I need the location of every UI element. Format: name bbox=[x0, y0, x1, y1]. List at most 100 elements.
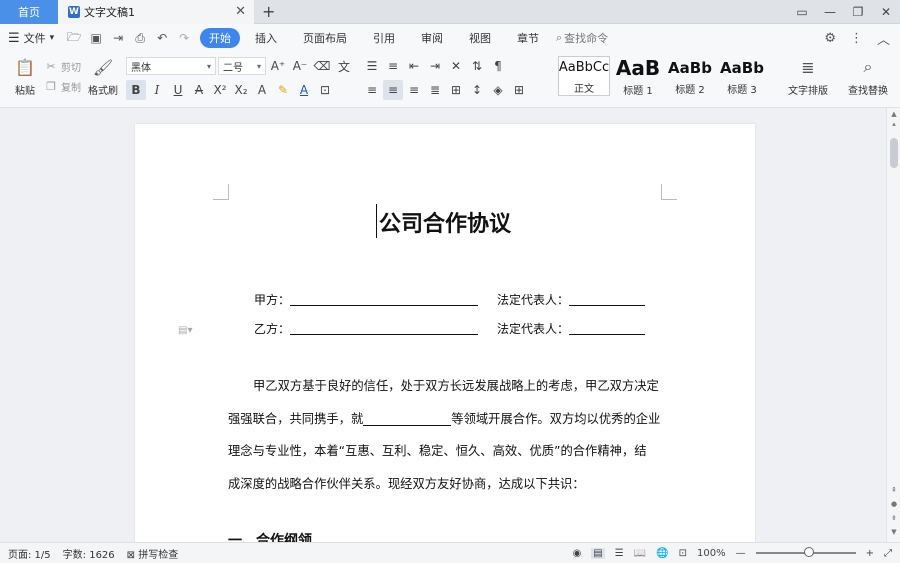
strikethrough-icon[interactable]: A bbox=[189, 80, 209, 100]
section-heading[interactable]: 一、合作纲领 bbox=[228, 530, 312, 542]
prev-page-nav-icon[interactable]: ⇞ bbox=[887, 486, 900, 494]
paste-button[interactable]: 📋 粘贴 bbox=[8, 52, 42, 98]
intro-paragraph[interactable]: 甲乙双方基于良好的信任，处于双方长远发展战略上的考虑，甲乙双方决定 强强联合，共… bbox=[228, 370, 664, 500]
party-a-line[interactable]: 甲方： bbox=[254, 291, 479, 308]
numbered-list-icon[interactable]: ≡ bbox=[383, 56, 403, 76]
minimize-button[interactable]: — bbox=[816, 5, 844, 19]
tab-page-layout[interactable]: 页面布局 bbox=[290, 30, 360, 46]
page-indicator[interactable]: 页面: 1/5 bbox=[8, 546, 51, 561]
document-title[interactable]: 公司合作协议 bbox=[135, 206, 755, 238]
char-border-icon[interactable]: ⊡ bbox=[315, 80, 335, 100]
italic-icon[interactable]: I bbox=[147, 80, 167, 100]
word-count[interactable]: 字数: 1626 bbox=[63, 546, 115, 561]
tab-home-ribbon[interactable]: 开始 bbox=[200, 28, 240, 48]
chinese-layout-icon[interactable]: ✕ bbox=[446, 56, 466, 76]
bullet-list-icon[interactable]: ☰ bbox=[362, 56, 382, 76]
align-center-icon[interactable]: ≡ bbox=[383, 80, 403, 100]
vertical-scrollbar[interactable]: ▲ ▴ ⇞ ● ⇟ ▼ bbox=[886, 108, 900, 542]
bold-icon[interactable]: B bbox=[126, 80, 146, 100]
tab-document[interactable]: W 文字文稿1 ✕ bbox=[58, 0, 254, 24]
print-icon[interactable]: ⎙ bbox=[132, 30, 148, 46]
font-name-select[interactable]: 黑体 ▾ bbox=[126, 57, 216, 75]
select-browse-icon[interactable]: ● bbox=[887, 500, 900, 508]
close-tab-icon[interactable]: ✕ bbox=[235, 4, 246, 19]
spell-check-button[interactable]: ⊠ 拼写检查 bbox=[127, 546, 179, 561]
zoom-slider-knob[interactable] bbox=[803, 547, 814, 557]
zoom-in-icon[interactable]: + bbox=[866, 548, 874, 559]
paragraph-handle-icon[interactable]: ▤▾ bbox=[178, 325, 192, 336]
collapse-ribbon-icon[interactable]: ︿ bbox=[877, 29, 890, 48]
subscript-icon[interactable]: X₂ bbox=[231, 80, 251, 100]
fullscreen-icon[interactable]: ⤢ bbox=[884, 548, 892, 559]
page-view-icon[interactable]: ▤ bbox=[591, 547, 605, 559]
line-spacing-icon[interactable]: ↕ bbox=[467, 80, 487, 100]
document-page[interactable]: 公司合作协议 甲方： 法定代表人： 乙方： 法定代表人： 甲乙双方基于良好的信任… bbox=[135, 124, 755, 542]
restore-button[interactable]: ❐ bbox=[844, 5, 872, 19]
eye-protection-icon[interactable]: ◉ bbox=[573, 548, 582, 559]
open-folder-icon[interactable]: 🗁 bbox=[66, 30, 82, 46]
style-heading-3[interactable]: AaBb 标题 3 bbox=[716, 56, 768, 97]
command-search[interactable]: ⌕ 查找命令 bbox=[556, 30, 608, 46]
fit-page-icon[interactable]: ⊡ bbox=[679, 548, 687, 559]
clear-format-icon[interactable]: ⌫ bbox=[312, 56, 332, 76]
export-icon[interactable]: ⇥ bbox=[110, 30, 126, 46]
more-icon[interactable]: ⋮ bbox=[850, 31, 863, 46]
close-window-button[interactable]: ✕ bbox=[872, 5, 900, 19]
border-icon[interactable]: ⊞ bbox=[509, 80, 529, 100]
tile-icon[interactable]: ▭ bbox=[788, 5, 816, 19]
reading-view-icon[interactable]: 📖 bbox=[634, 548, 646, 559]
next-page-nav-icon[interactable]: ⇟ bbox=[887, 514, 900, 522]
party-b-rep-line[interactable]: 法定代表人： bbox=[497, 320, 646, 337]
increase-indent-icon[interactable]: ⇥ bbox=[425, 56, 445, 76]
grow-font-icon[interactable]: A⁺ bbox=[268, 56, 288, 76]
save-icon[interactable]: ▣ bbox=[88, 30, 104, 46]
underline-icon[interactable]: U bbox=[168, 80, 188, 100]
outline-view-icon[interactable]: ☰ bbox=[615, 548, 624, 559]
show-marks-icon[interactable]: ¶ bbox=[488, 56, 508, 76]
party-a-rep-line[interactable]: 法定代表人： bbox=[497, 291, 646, 308]
web-view-icon[interactable]: 🌐 bbox=[656, 548, 668, 559]
copy-button[interactable]: ❐ 复制 bbox=[44, 76, 84, 96]
style-normal[interactable]: AaBbCc 正文 bbox=[558, 56, 610, 96]
party-b-line[interactable]: 乙方： bbox=[254, 320, 479, 337]
scroll-thumb[interactable] bbox=[890, 138, 898, 168]
font-color-icon[interactable]: A bbox=[294, 80, 314, 100]
shading-icon[interactable]: ◈ bbox=[488, 80, 508, 100]
zoom-slider[interactable] bbox=[755, 547, 856, 557]
sort-icon[interactable]: ⇅ bbox=[467, 56, 487, 76]
zoom-out-icon[interactable]: — bbox=[736, 548, 746, 559]
decrease-indent-icon[interactable]: ⇤ bbox=[404, 56, 424, 76]
scroll-down-icon[interactable]: ▼ bbox=[887, 528, 900, 536]
zoom-level[interactable]: 100% bbox=[697, 548, 726, 559]
superscript-icon[interactable]: X² bbox=[210, 80, 230, 100]
scroll-up-icon[interactable]: ▲ bbox=[887, 110, 900, 118]
gear-icon[interactable]: ⚙ bbox=[824, 31, 836, 46]
new-tab-button[interactable]: + bbox=[262, 2, 275, 21]
prev-page-icon[interactable]: ▴ bbox=[887, 120, 900, 128]
style-heading-2[interactable]: AaBb 标题 2 bbox=[664, 56, 716, 97]
justify-icon[interactable]: ≣ bbox=[425, 80, 445, 100]
align-right-icon[interactable]: ≡ bbox=[404, 80, 424, 100]
find-replace-group: ⌕ 查找替换 bbox=[842, 52, 894, 108]
shrink-font-icon[interactable]: A⁻ bbox=[290, 56, 310, 76]
text-layout-button[interactable]: ≣ 文字排版 bbox=[782, 52, 834, 98]
format-painter-button[interactable]: 🖌 格式刷 bbox=[86, 52, 120, 98]
text-effect-icon[interactable]: A bbox=[252, 80, 272, 100]
distribute-icon[interactable]: ⊞ bbox=[446, 80, 466, 100]
undo-icon[interactable]: ↶ bbox=[154, 30, 170, 46]
tab-home[interactable]: 首页 bbox=[0, 0, 58, 24]
tab-review[interactable]: 审阅 bbox=[408, 30, 456, 46]
tab-insert[interactable]: 插入 bbox=[242, 30, 290, 46]
tab-chapter[interactable]: 章节 bbox=[504, 30, 552, 46]
tab-view[interactable]: 视图 bbox=[456, 30, 504, 46]
highlight-icon[interactable]: ✎ bbox=[273, 80, 293, 100]
font-size-select[interactable]: 二号 ▾ bbox=[218, 57, 266, 75]
find-replace-button[interactable]: ⌕ 查找替换 bbox=[842, 52, 894, 97]
phonetic-icon[interactable]: 文 bbox=[334, 56, 354, 76]
style-heading-1[interactable]: AaB 标题 1 bbox=[612, 56, 664, 97]
redo-icon[interactable]: ↷ bbox=[176, 30, 192, 46]
align-left-icon[interactable]: ≡ bbox=[362, 80, 382, 100]
tab-references[interactable]: 引用 bbox=[360, 30, 408, 46]
cut-button[interactable]: ✂ 剪切 bbox=[44, 56, 84, 76]
file-menu[interactable]: ☰ 文件 ▾ bbox=[8, 30, 54, 46]
